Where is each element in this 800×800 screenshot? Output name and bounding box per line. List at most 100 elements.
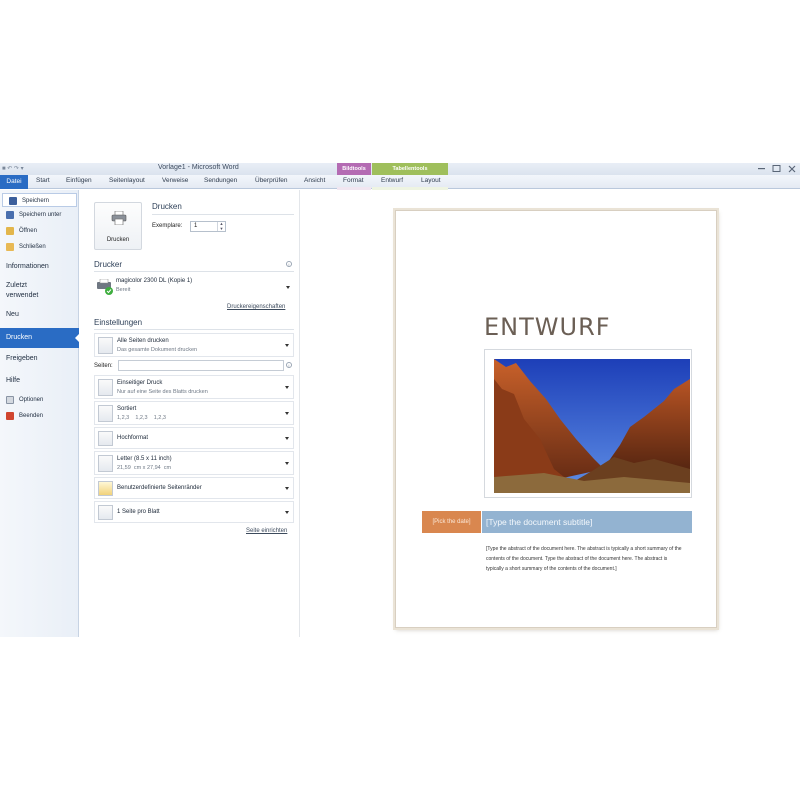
tab-layout[interactable]: Layout (421, 177, 441, 184)
tab-start[interactable]: Start (36, 177, 50, 184)
chevron-down-icon (285, 462, 289, 465)
nav-speichern-label: Speichern (22, 198, 50, 204)
nav-beenden[interactable]: Beenden (0, 409, 79, 423)
collate-icon (98, 405, 113, 422)
title-bar: ■ ↶ ↷ ▾ Vorlage1 - Microsoft Word Bildto… (0, 163, 800, 175)
quick-access-toolbar[interactable]: ■ ↶ ↷ ▾ (2, 165, 24, 172)
date-picker-placeholder[interactable]: [Pick the date] (422, 511, 481, 533)
printer-ready-icon (97, 279, 113, 295)
print-range-sub: Das gesamte Dokument drucken (117, 347, 198, 353)
chevron-down-icon (285, 437, 289, 440)
ribbon-tabs: Datei Start Einfügen Seitenlayout Verwei… (0, 175, 800, 201)
orientation-main: Hochformat (117, 435, 149, 441)
nav-oeffnen-label: Öffnen (19, 228, 37, 234)
margins-main: Benutzerdefinierte Seitenränder (117, 485, 202, 491)
margins-icon (98, 481, 113, 496)
tab-ansicht[interactable]: Ansicht (304, 177, 325, 184)
margins-dropdown[interactable]: Benutzerdefinierte Seitenränder (94, 477, 294, 499)
portrait-icon (98, 431, 113, 446)
print-button[interactable]: Drucken (94, 202, 142, 250)
close-folder-icon (6, 243, 14, 251)
backstage-nav: Speichern Speichern unter Öffnen Schließ… (0, 190, 80, 637)
nav-zuletzt-verwendet[interactable]: Zuletzt verwendet (0, 281, 79, 301)
duplex-sub: Nur auf eine Seite des Blatts drucken (117, 389, 208, 395)
page-setup-link[interactable]: Seite einrichten (246, 528, 287, 534)
nav-speichern-unter[interactable]: Speichern unter (0, 208, 79, 222)
window-controls[interactable] (756, 163, 800, 175)
pages-input[interactable] (118, 360, 284, 371)
cover-photo-frame (484, 349, 692, 498)
word-window: ■ ↶ ↷ ▾ Vorlage1 - Microsoft Word Bildto… (0, 163, 800, 637)
chevron-down-icon (285, 487, 289, 490)
nav-optionen-label: Optionen (19, 397, 44, 403)
print-range-main: Alle Seiten drucken (117, 338, 169, 344)
collate-main: Sortiert (117, 406, 137, 412)
tab-sendungen[interactable]: Sendungen (204, 177, 237, 184)
printer-icon (111, 211, 127, 225)
nav-optionen[interactable]: Optionen (0, 393, 79, 407)
divider (94, 271, 294, 272)
tab-verweise[interactable]: Verweise (162, 177, 188, 184)
nav-beenden-label: Beenden (19, 413, 44, 419)
stepper-arrows[interactable]: ▲ ▼ (217, 221, 225, 231)
printer-properties-link[interactable]: Druckereigenschaften (227, 304, 285, 310)
nav-informationen[interactable]: Informationen (0, 260, 79, 274)
tab-einfuegen[interactable]: Einfügen (66, 177, 92, 184)
print-section-title: Drucken (152, 202, 182, 211)
nav-schliessen[interactable]: Schließen (0, 240, 79, 254)
print-button-label: Drucken (106, 237, 130, 243)
nav-zuletzt-line1: Zuletzt (6, 282, 28, 289)
nav-freigeben[interactable]: Freigeben (0, 352, 79, 366)
chevron-down-icon (285, 511, 289, 514)
nav-drucken[interactable]: Drucken (0, 328, 80, 348)
paper-icon (98, 455, 113, 472)
preview-page[interactable]: ENTWURF [Pick the date] [Type the docume… (395, 210, 717, 628)
divider (94, 329, 294, 330)
chevron-down-icon (286, 286, 290, 289)
tab-entwurf[interactable]: Entwurf (381, 177, 403, 184)
canyon-photo (494, 359, 690, 493)
collate-sub: 1,2,3 1,2,3 1,2,3 (117, 415, 166, 421)
duplex-dropdown[interactable]: Einseitiger Druck Nur auf eine Seite des… (94, 375, 294, 399)
context-tab-tabellentools: Tabellentools (372, 163, 448, 175)
nav-hilfe[interactable]: Hilfe (0, 374, 79, 388)
nav-oeffnen[interactable]: Öffnen (0, 224, 79, 238)
print-range-dropdown[interactable]: Alle Seiten drucken Das gesamte Dokument… (94, 333, 294, 357)
duplex-main: Einseitiger Druck (117, 380, 163, 386)
exit-icon (6, 412, 14, 420)
tab-ueberpruefen[interactable]: Überprüfen (255, 177, 288, 184)
nav-speichern[interactable]: Speichern (2, 193, 77, 207)
divider (152, 214, 294, 215)
open-folder-icon (6, 227, 14, 235)
paper-size-dropdown[interactable]: Letter (8.5 x 11 inch) 21,59 cm x 27,94 … (94, 451, 294, 475)
orientation-dropdown[interactable]: Hochformat (94, 427, 294, 449)
paper-sub: 21,59 cm x 27,94 cm (117, 465, 172, 471)
nav-schliessen-label: Schließen (19, 244, 46, 250)
context-tab-bildtools: Bildtools (337, 163, 371, 175)
nav-speichern-unter-label: Speichern unter (19, 212, 62, 218)
info-icon[interactable]: i (286, 261, 292, 267)
abstract-text[interactable]: [Type the abstract of the document here.… (486, 544, 686, 574)
copies-label: Exemplare: (152, 223, 183, 229)
chevron-down-icon (285, 386, 289, 389)
single-sided-icon (98, 379, 113, 396)
printer-dropdown[interactable]: magicolor 2300 DL (Kopie 1) Bereit (94, 274, 294, 300)
tab-datei[interactable]: Datei (0, 175, 28, 189)
pages-per-sheet-main: 1 Seite pro Blatt (117, 509, 160, 515)
nav-neu[interactable]: Neu (0, 308, 79, 322)
info-icon[interactable]: i (286, 362, 292, 368)
tab-seitenlayout[interactable]: Seitenlayout (109, 177, 145, 184)
subtitle-placeholder[interactable]: [Type the document subtitle] (482, 511, 692, 533)
nav-zuletzt-line2: verwendet (6, 292, 39, 299)
chevron-down-icon (285, 344, 289, 347)
copies-stepper[interactable]: 1 ▲ ▼ (190, 221, 226, 232)
pages-per-sheet-dropdown[interactable]: 1 Seite pro Blatt (94, 501, 294, 523)
paper-main: Letter (8.5 x 11 inch) (117, 456, 172, 462)
window-title: Vorlage1 - Microsoft Word (158, 164, 239, 171)
print-settings-panel: Drucken Drucken Exemplare: 1 ▲ ▼ Drucker … (80, 190, 300, 637)
collate-dropdown[interactable]: Sortiert 1,2,3 1,2,3 1,2,3 (94, 401, 294, 425)
tab-format[interactable]: Format (343, 177, 364, 184)
chevron-down-icon (285, 412, 289, 415)
copies-value: 1 (194, 223, 198, 229)
options-icon (6, 396, 14, 404)
